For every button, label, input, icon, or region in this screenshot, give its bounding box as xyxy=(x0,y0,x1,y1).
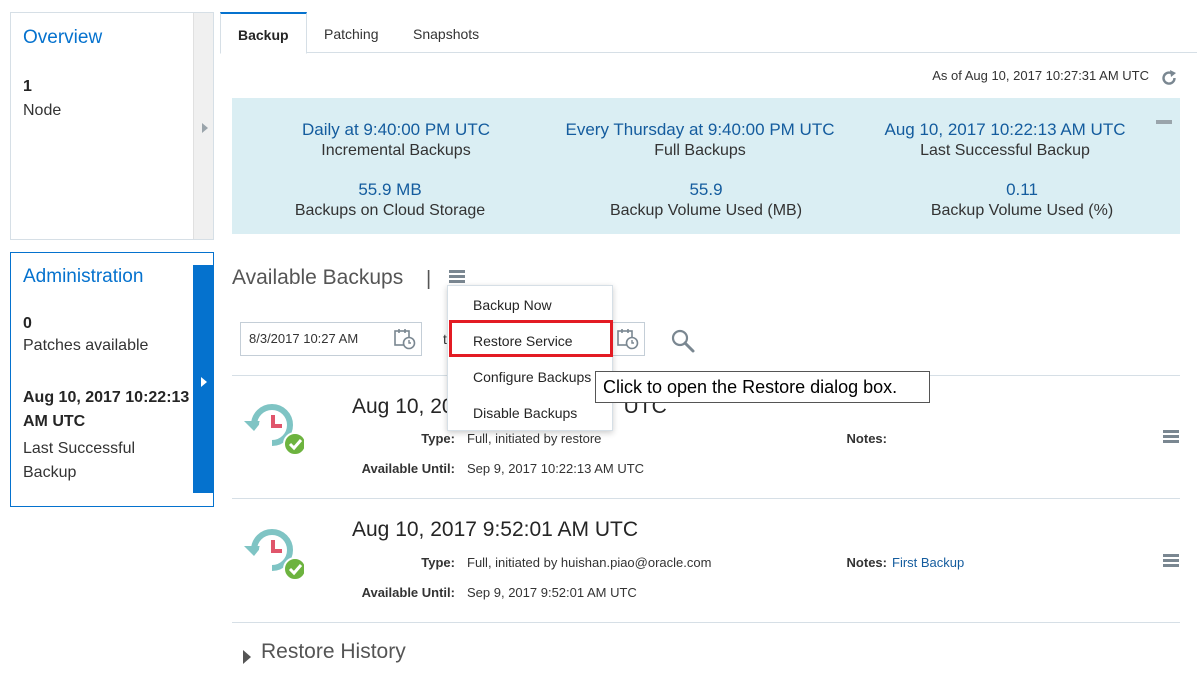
minus-icon[interactable] xyxy=(1156,120,1172,124)
backup-title: Aug 10, 2017 9:52:01 AM UTC xyxy=(352,518,639,541)
stat-incremental: Daily at 9:40:00 PM UTC Incremental Back… xyxy=(236,119,556,161)
hamburger-menu-icon[interactable] xyxy=(449,270,465,284)
overview-label: Node xyxy=(23,102,62,119)
chevron-right-icon xyxy=(201,377,207,387)
administration-last-label-line2: Backup xyxy=(23,464,77,481)
administration-expander[interactable] xyxy=(193,265,213,493)
stat-full-label: Full Backups xyxy=(654,142,746,159)
stat-full: Every Thursday at 9:40:00 PM UTC Full Ba… xyxy=(540,119,860,161)
divider xyxy=(232,622,1180,623)
menu-item-configure-backups[interactable]: Configure Backups xyxy=(473,369,591,385)
hamburger-menu-icon[interactable] xyxy=(1163,430,1179,444)
stat-volume-mb-label: Backup Volume Used (MB) xyxy=(609,202,803,219)
calendar-icon[interactable] xyxy=(617,328,639,350)
administration-last-date-line1: Aug 10, 2017 10:22:13 xyxy=(23,389,190,406)
notes-label: Notes: xyxy=(846,555,887,570)
available-backups-title: Available Backups xyxy=(232,266,404,289)
type-value: Full, initiated by restore xyxy=(467,431,602,446)
tab-bar: Backup Patching Snapshots xyxy=(220,12,1197,54)
stat-cloud-storage-value: 55.9 MB xyxy=(358,180,422,199)
tab-patching[interactable]: Patching xyxy=(307,12,395,53)
stat-volume-mb-value: 55.9 xyxy=(689,180,723,199)
stat-volume-mb: 55.9 Backup Volume Used (MB) xyxy=(546,179,866,221)
tab-backup[interactable]: Backup xyxy=(220,12,307,54)
administration-card: Administration 0 Patches available Aug 1… xyxy=(10,252,214,507)
administration-last-label-line1: Last Successful xyxy=(23,440,136,457)
refresh-icon[interactable] xyxy=(1159,68,1179,88)
restore-service-highlight xyxy=(449,320,613,357)
overview-count: 1 xyxy=(23,78,32,95)
stat-incremental-value: Daily at 9:40:00 PM UTC xyxy=(301,120,490,139)
administration-count: 0 xyxy=(23,315,32,332)
stat-last-successful-value: Aug 10, 2017 10:22:13 AM UTC xyxy=(884,120,1126,139)
divider xyxy=(232,498,1180,499)
restore-history-toggle[interactable]: Restore History xyxy=(261,640,406,664)
stat-volume-pct-value: 0.11 xyxy=(1006,180,1038,199)
stat-cloud-storage-label: Backups on Cloud Storage xyxy=(294,202,486,219)
type-label: Type: xyxy=(421,555,455,570)
overview-expander[interactable] xyxy=(193,13,213,239)
notes-label: Notes: xyxy=(846,431,887,446)
available-until-value: Sep 9, 2017 10:22:13 AM UTC xyxy=(467,461,645,476)
title-separator: | xyxy=(426,268,432,290)
backup-title-left: Aug 10, 20 xyxy=(352,395,454,418)
stat-volume-pct: 0.11 Backup Volume Used (%) xyxy=(862,179,1182,221)
backup-clock-check-icon xyxy=(244,529,304,580)
type-label: Type: xyxy=(421,431,455,446)
from-date-value: 8/3/2017 10:27 AM xyxy=(249,331,359,346)
stat-cloud-storage: 55.9 MB Backups on Cloud Storage xyxy=(230,179,550,221)
overview-title[interactable]: Overview xyxy=(23,27,102,49)
stat-last-successful: Aug 10, 2017 10:22:13 AM UTC Last Succes… xyxy=(845,119,1165,161)
administration-last-date-line2: AM UTC xyxy=(23,413,86,430)
menu-item-backup-now[interactable]: Backup Now xyxy=(473,297,552,313)
backup-actions-menu: Backup Now Restore Service Configure Bac… xyxy=(447,285,613,431)
as-of-timestamp: As of Aug 10, 2017 10:27:31 AM UTC xyxy=(932,68,1149,83)
type-value: Full, initiated by huishan.piao@oracle.c… xyxy=(467,555,712,570)
backup-clock-check-icon xyxy=(244,404,304,455)
administration-label: Patches available xyxy=(23,337,149,354)
triangle-right-icon[interactable] xyxy=(243,650,251,664)
stat-incremental-label: Incremental Backups xyxy=(321,142,471,159)
menu-item-disable-backups[interactable]: Disable Backups xyxy=(473,405,577,421)
tab-snapshots[interactable]: Snapshots xyxy=(396,12,496,53)
stat-last-successful-label: Last Successful Backup xyxy=(920,142,1090,159)
restore-tooltip: Click to open the Restore dialog box. xyxy=(595,371,930,403)
stat-full-value: Every Thursday at 9:40:00 PM UTC xyxy=(565,120,835,139)
hamburger-menu-icon[interactable] xyxy=(1163,554,1179,568)
available-until-label: Available Until: xyxy=(361,585,455,600)
chevron-right-icon xyxy=(202,123,208,133)
available-until-label: Available Until: xyxy=(361,461,455,476)
available-until-value: Sep 9, 2017 9:52:01 AM UTC xyxy=(467,585,637,600)
administration-title[interactable]: Administration xyxy=(23,266,143,288)
backup-summary-panel: Daily at 9:40:00 PM UTC Incremental Back… xyxy=(232,98,1180,234)
calendar-icon[interactable] xyxy=(394,328,416,350)
stat-volume-pct-label: Backup Volume Used (%) xyxy=(930,202,1114,219)
notes-link[interactable]: First Backup xyxy=(892,555,964,570)
overview-card: Overview 1 Node xyxy=(10,12,214,240)
search-icon[interactable] xyxy=(670,328,696,354)
